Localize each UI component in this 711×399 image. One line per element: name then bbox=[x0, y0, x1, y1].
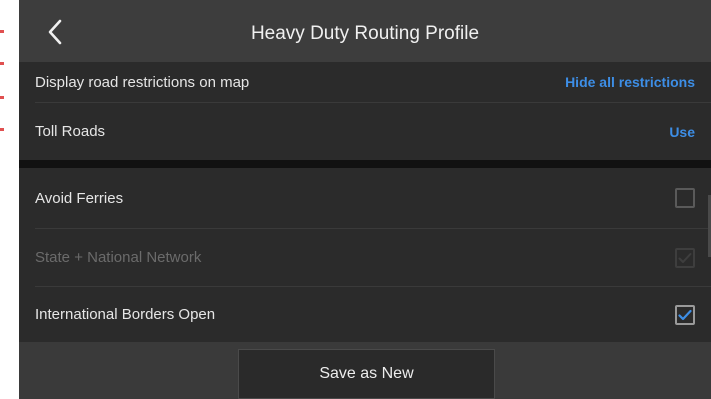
edge-mark bbox=[0, 30, 4, 33]
state-national-network-checkbox bbox=[675, 247, 695, 268]
toll-roads-use-link[interactable]: Use bbox=[669, 124, 695, 140]
section-separator bbox=[19, 160, 711, 168]
setting-label: Toll Roads bbox=[35, 123, 106, 140]
setting-row-avoid-ferries[interactable]: Avoid Ferries bbox=[19, 168, 711, 228]
checkmark-icon bbox=[678, 309, 692, 320]
edge-mark bbox=[0, 62, 4, 65]
setting-row-international-borders[interactable]: International Borders Open bbox=[19, 287, 711, 342]
chevron-left-icon bbox=[48, 19, 62, 45]
hide-all-restrictions-link[interactable]: Hide all restrictions bbox=[565, 74, 695, 90]
setting-label: Display road restrictions on map bbox=[35, 73, 250, 91]
checkmark-icon bbox=[678, 252, 692, 263]
avoid-ferries-checkbox[interactable] bbox=[675, 188, 695, 208]
setting-label: State + National Network bbox=[35, 249, 202, 266]
page-title: Heavy Duty Routing Profile bbox=[250, 23, 480, 44]
setting-label: Avoid Ferries bbox=[35, 189, 124, 207]
app-window: Heavy Duty Routing Profile Display road … bbox=[19, 0, 711, 399]
footer-bar: Save as New bbox=[19, 342, 711, 399]
edge-mark bbox=[0, 128, 4, 131]
header-bar: Heavy Duty Routing Profile bbox=[19, 0, 711, 62]
back-button[interactable] bbox=[37, 14, 73, 50]
setting-label: International Borders Open bbox=[35, 306, 216, 323]
save-as-new-button[interactable]: Save as New bbox=[238, 349, 495, 399]
left-margin-strip bbox=[0, 0, 19, 399]
setting-row-state-national-network: State + National Network bbox=[19, 229, 711, 286]
setting-row-road-restrictions: Display road restrictions on map Hide al… bbox=[19, 62, 711, 102]
setting-row-toll-roads: Toll Roads Use bbox=[19, 103, 711, 160]
international-borders-checkbox[interactable] bbox=[675, 304, 695, 325]
edge-mark bbox=[0, 96, 4, 99]
